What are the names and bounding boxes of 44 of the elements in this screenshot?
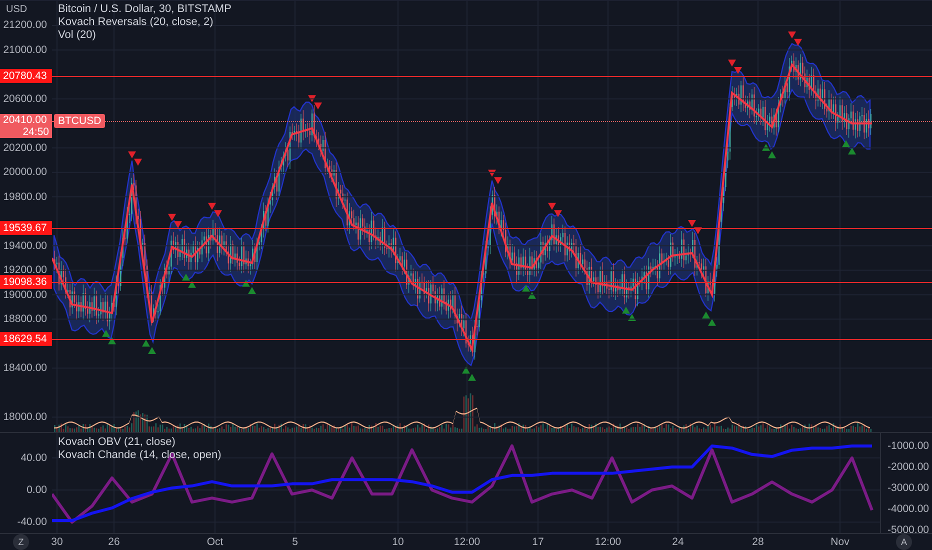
time-axis-label: 30 [51,536,63,548]
price-axis-label: 19800.00 [2,190,47,204]
price-axis-label: 18400.00 [2,361,47,376]
time-axis-label: 5 [292,536,298,548]
last-price: 20410.00 [3,114,48,126]
price-axis-label: 21000.00 [2,42,47,57]
price-level-label: 19098.36 [0,274,52,289]
obv-axis-label: -5000.00 [888,523,929,533]
price-axis-label: 21200.00 [2,18,47,32]
legend-text: Vol (20) [58,29,97,42]
price-axis-label: 20000.00 [2,165,47,180]
legend-text: Kovach OBV (21, close) [58,436,176,449]
countdown: 24:50 [22,126,49,138]
price-axis-label: 19000.00 [2,288,47,302]
legend-text: Kovach Chande (14, close, open) [58,449,222,462]
oscillator-axis-label: -40.00 [16,515,47,530]
oscillator-axis-label: 0.00 [26,483,47,498]
time-axis-label: 12:00 [454,536,480,548]
price-level-label: 20780.43 [0,68,52,83]
time-axis-label: Nov [830,536,850,548]
price-level-label: 18629.54 [0,332,52,346]
time-axis-label: 28 [752,536,764,548]
obv-axis-label: -1000.00 [888,439,929,453]
price-axis-label: 19200.00 [2,263,47,278]
price-axis-label: 19400.00 [2,238,47,253]
obv-axis-label: -2000.00 [888,460,929,474]
price-axis-label: 20200.00 [2,140,47,155]
price-axis-label: 20600.00 [2,92,47,106]
time-axis-label: 12:00 [594,536,622,548]
oscillator-axis-label: 40.00 [20,450,47,465]
time-axis-label: Oct [206,536,224,548]
price-axis-label: 18000.00 [2,410,47,424]
legend-text: Kovach Reversals (20, close, 2) [58,16,214,29]
price-level-label: 19539.67 [0,220,52,235]
legend-text: Bitcoin / U.S. Dollar, 30, BITSTAMP [58,3,232,16]
time-axis-label: 24 [672,536,684,548]
currency-label: USD [6,4,28,15]
symbol-tag: BTCUSD [54,114,106,128]
time-axis-label: 26 [108,536,120,548]
time-axis-label: 17 [532,536,544,548]
time-axis-label: 10 [392,536,404,548]
price-axis-label: 18800.00 [2,312,47,326]
obv-axis-label: -3000.00 [888,481,929,495]
obv-axis-label: -4000.00 [888,502,929,516]
